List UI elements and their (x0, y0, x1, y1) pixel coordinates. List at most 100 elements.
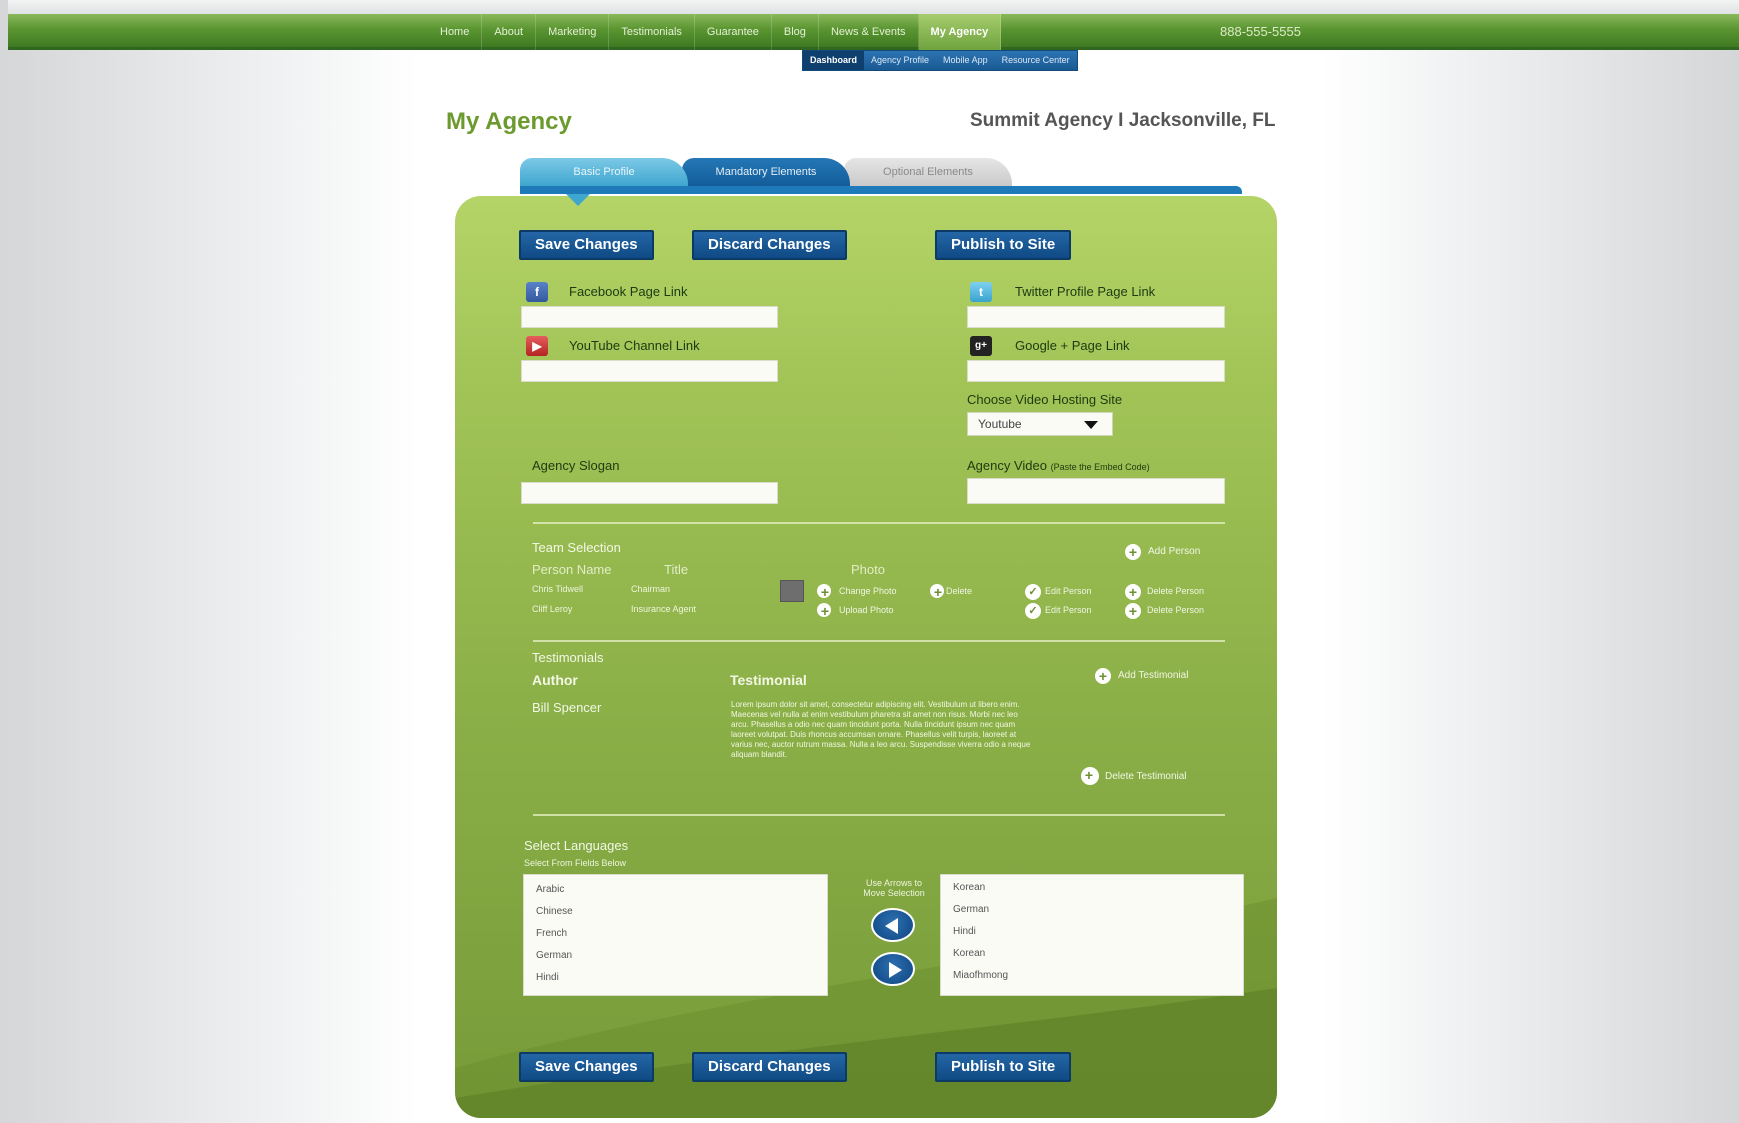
nav-marketing[interactable]: Marketing (536, 14, 610, 50)
subnav-dashboard[interactable]: Dashboard (803, 51, 865, 70)
nav-about[interactable]: About (482, 14, 537, 50)
team-photo-thumbnail (780, 580, 804, 602)
delete-testimonial-link[interactable]: Delete Testimonial (1105, 771, 1187, 782)
google-plus-link-label: Google + Page Link (1015, 338, 1130, 353)
publish-to-site-button-bottom[interactable]: Publish to Site (935, 1052, 1072, 1082)
language-option[interactable]: German (941, 899, 1243, 921)
agency-video-label: Agency Video (Paste the Embed Code) (967, 458, 1150, 473)
main-nav: Home About Marketing Testimonials Guaran… (428, 14, 1002, 50)
move-hint-line1: Use Arrows to (865, 878, 923, 888)
section-divider (533, 522, 1225, 524)
video-host-select[interactable]: Youtube (967, 412, 1113, 436)
language-option[interactable]: Hindi (941, 921, 1243, 943)
discard-changes-button-top[interactable]: Discard Changes (692, 230, 847, 260)
language-option[interactable]: Miaofhmong (941, 965, 1243, 987)
upload-photo-link[interactable]: Upload Photo (839, 605, 894, 615)
tab-basic-profile[interactable]: Basic Profile (520, 158, 688, 186)
video-host-label: Choose Video Hosting Site (967, 392, 1123, 407)
language-option[interactable]: French (524, 923, 827, 945)
selected-languages-list[interactable]: Korean German Hindi Korean Miaofhmong (940, 874, 1244, 996)
move-hint-line2: Move Selection (863, 888, 925, 898)
available-languages-list[interactable]: Arabic Chinese French German Hindi (523, 874, 828, 996)
language-option[interactable]: German (524, 945, 827, 967)
nav-home[interactable]: Home (428, 14, 483, 50)
agency-video-label-text: Agency Video (967, 458, 1047, 473)
edit-person-icon[interactable] (1025, 584, 1041, 600)
save-changes-button-bottom[interactable]: Save Changes (519, 1052, 654, 1082)
add-person-icon[interactable] (1125, 544, 1141, 560)
nav-blog[interactable]: Blog (772, 14, 819, 50)
change-photo-icon[interactable] (817, 584, 833, 600)
languages-subheading: Select From Fields Below (524, 858, 627, 868)
delete-person-link[interactable]: Delete Person (1147, 586, 1204, 596)
publish-to-site-button-top[interactable]: Publish to Site (935, 230, 1072, 260)
move-left-button[interactable] (871, 908, 915, 942)
add-person-link[interactable]: Add Person (1148, 546, 1200, 557)
edit-person-icon[interactable] (1025, 603, 1041, 619)
move-right-button[interactable] (871, 952, 915, 986)
delete-photo-icon[interactable] (930, 584, 946, 600)
agency-video-input[interactable] (967, 478, 1225, 504)
nav-testimonials[interactable]: Testimonials (609, 14, 695, 50)
sub-navigation: Dashboard Agency Profile Mobile App Reso… (802, 50, 1078, 71)
add-testimonial-link[interactable]: Add Testimonial (1118, 670, 1188, 681)
section-divider (533, 814, 1225, 816)
active-tab-pointer (566, 194, 590, 206)
upload-photo-icon[interactable] (817, 603, 833, 619)
agency-slogan-label: Agency Slogan (532, 458, 620, 473)
testimonial-text: Lorem ipsum dolor sit amet, consectetur … (731, 700, 1031, 759)
delete-person-icon[interactable] (1125, 603, 1141, 619)
subnav-agency-profile[interactable]: Agency Profile (864, 51, 936, 70)
testimonial-author: Bill Spencer (532, 700, 602, 715)
google-plus-link-input[interactable] (967, 360, 1225, 382)
profile-tabs: Basic Profile Mandatory Elements Optiona… (520, 158, 1012, 186)
tab-mandatory-elements[interactable]: Mandatory Elements (682, 158, 850, 186)
arrow-right-icon (889, 962, 902, 978)
profile-form-panel: Save Changes Discard Changes Publish to … (455, 196, 1277, 1118)
tab-optional-elements[interactable]: Optional Elements (844, 158, 1012, 186)
team-col-title: Title (664, 562, 689, 577)
top-navigation-bar: Home About Marketing Testimonials Guaran… (8, 14, 1739, 50)
youtube-icon: ▶ (526, 336, 548, 356)
agency-name: Summit Agency I Jacksonville, FL (970, 110, 1276, 131)
change-photo-link[interactable]: Change Photo (839, 586, 897, 596)
twitter-link-input[interactable] (967, 306, 1225, 328)
delete-person-link[interactable]: Delete Person (1147, 605, 1204, 615)
video-host-value: Youtube (978, 417, 1022, 431)
nav-news-events[interactable]: News & Events (819, 14, 919, 50)
page-title: My Agency (446, 108, 572, 135)
nav-my-agency[interactable]: My Agency (918, 14, 1002, 50)
delete-photo-link[interactable]: Delete (946, 586, 972, 596)
language-option[interactable]: Chinese (524, 901, 827, 923)
testimonials-col-testimonial: Testimonial (730, 672, 807, 688)
save-changes-button-top[interactable]: Save Changes (519, 230, 654, 260)
team-col-photo: Photo (851, 562, 885, 577)
nav-guarantee[interactable]: Guarantee (695, 14, 772, 50)
phone-number: 888-555-5555 (1220, 24, 1301, 39)
google-plus-icon: g+ (970, 336, 992, 356)
testimonials-heading: Testimonials (532, 650, 604, 665)
testimonials-col-author: Author (532, 672, 578, 688)
discard-changes-button-bottom[interactable]: Discard Changes (692, 1052, 847, 1082)
delete-testimonial-icon[interactable] (1081, 767, 1099, 785)
youtube-link-input[interactable] (521, 360, 778, 382)
language-option[interactable]: Korean (941, 877, 1243, 899)
language-option[interactable]: Hindi (524, 967, 827, 989)
arrow-left-icon (885, 918, 898, 934)
facebook-link-label: Facebook Page Link (569, 284, 688, 299)
team-row-name: Cliff Leroy (532, 604, 573, 614)
language-option[interactable]: Korean (941, 943, 1243, 965)
twitter-icon: t (970, 282, 992, 302)
team-row-name: Chris Tidwell (532, 584, 584, 594)
agency-slogan-input[interactable] (521, 482, 778, 504)
facebook-link-input[interactable] (521, 306, 778, 328)
edit-person-link[interactable]: Edit Person (1045, 586, 1092, 596)
subnav-mobile-app[interactable]: Mobile App (936, 51, 995, 70)
language-option[interactable]: Arabic (524, 879, 827, 901)
agency-video-hint: (Paste the Embed Code) (1050, 462, 1150, 472)
delete-person-icon[interactable] (1125, 584, 1141, 600)
subnav-resource-center[interactable]: Resource Center (995, 51, 1077, 70)
add-testimonial-icon[interactable] (1095, 668, 1111, 684)
edit-person-link[interactable]: Edit Person (1045, 605, 1092, 615)
team-col-name: Person Name (532, 562, 612, 577)
